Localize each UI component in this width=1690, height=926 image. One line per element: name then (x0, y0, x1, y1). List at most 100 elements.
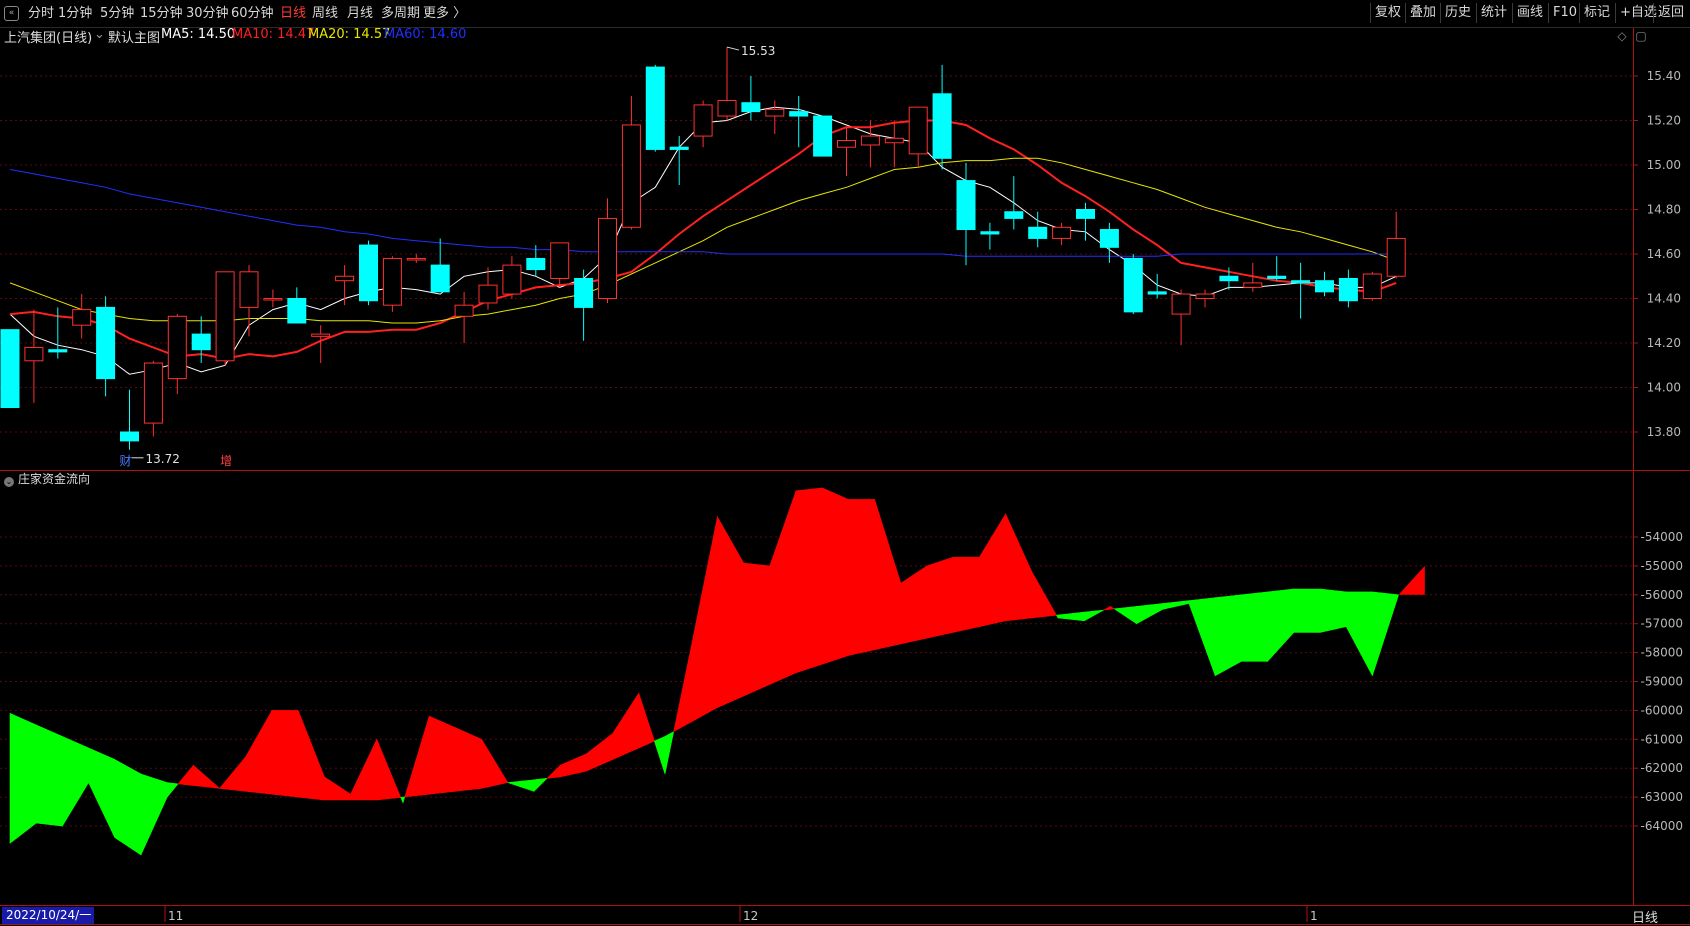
period-tab-6[interactable]: 日线 (280, 0, 306, 27)
flow-area-segment (1398, 565, 1425, 595)
candle-body (454, 304, 474, 317)
price-tick-label: 13.80 (1647, 425, 1681, 439)
candle (72, 294, 92, 339)
flow-area-segment (404, 716, 430, 798)
candle-body (24, 346, 44, 362)
flow-area-segment (324, 776, 351, 801)
candle (598, 198, 617, 303)
template-name[interactable]: 默认主图 (108, 27, 160, 46)
flow-area-segment (533, 777, 548, 793)
candle (789, 96, 809, 148)
flow-area-segment (376, 739, 402, 801)
flow-area-segment (35, 724, 63, 827)
flow-area-segment (62, 735, 89, 828)
candle (0, 329, 20, 409)
candle (1195, 289, 1215, 308)
candle-body (1099, 229, 1119, 248)
flow-area-segment (848, 499, 875, 656)
candle (96, 296, 116, 397)
flow-area-segment (297, 710, 325, 801)
period-tab-5[interactable]: 60分钟 (231, 0, 274, 27)
toolbar-button-1[interactable]: 叠加 (1405, 3, 1440, 23)
candle-body (191, 333, 211, 351)
price-tick-label: 14.60 (1647, 247, 1681, 261)
chevron-down-icon[interactable]: ⌄ (4, 477, 14, 487)
candle-body (382, 257, 402, 306)
candle (574, 269, 594, 341)
period-tab-0[interactable]: 分时 (28, 0, 54, 27)
candle-body (765, 108, 785, 117)
flow-tick-label: -54000 (1640, 530, 1683, 544)
toolbar-button-3[interactable]: 统计 (1476, 3, 1511, 23)
candle (239, 265, 259, 337)
flow-area-segment (507, 779, 535, 792)
candle-body (1267, 275, 1287, 279)
indicator-title-label: 庄家资金流向 (18, 472, 91, 486)
candle (837, 127, 856, 177)
candle-body (120, 431, 139, 442)
period-tab-1[interactable]: 1分钟 (58, 0, 92, 27)
flow-area-segment (1031, 570, 1057, 619)
period-tab-2[interactable]: 5分钟 (100, 0, 134, 27)
candle (1004, 176, 1024, 230)
period-tab-7[interactable]: 周线 (312, 0, 338, 27)
candle-body (96, 306, 116, 380)
candle-body (1076, 209, 1095, 219)
period-tab-3[interactable]: 15分钟 (140, 0, 183, 27)
candle-body (0, 329, 20, 409)
flow-area-segment (140, 773, 168, 856)
candle (956, 162, 976, 266)
period-tab-8[interactable]: 月线 (347, 0, 373, 27)
candle-body (598, 217, 617, 299)
period-tab-4[interactable]: 30分钟 (186, 0, 229, 27)
flow-area-segment (690, 516, 718, 723)
flow-area-segment (9, 712, 37, 844)
flow-area-segment (979, 512, 1006, 627)
candle (1338, 269, 1358, 308)
candle-body (1386, 237, 1406, 277)
candle (645, 64, 665, 152)
toolbar-button-6[interactable]: 标记 (1579, 3, 1614, 23)
price-tick-label: 14.40 (1647, 292, 1681, 306)
flow-area-segment (1293, 588, 1321, 633)
candle (1315, 271, 1334, 297)
marker-zeng: 增 (220, 454, 232, 468)
candle-body (884, 137, 904, 144)
candle (215, 271, 235, 366)
chevron-down-icon[interactable]: ⌄ (94, 27, 105, 42)
low-label: 13.72 (146, 452, 180, 466)
candle-body (1171, 293, 1191, 315)
candle-body (932, 93, 952, 159)
flow-tick-label: -57000 (1640, 617, 1683, 631)
toolbar-button-0[interactable]: 复权 (1370, 3, 1405, 23)
period-tab-10[interactable]: 更多 〉 (423, 0, 466, 27)
candle-body (789, 111, 809, 117)
candle-body (1052, 226, 1072, 239)
period-label: 日线 (1632, 911, 1659, 926)
candle (669, 136, 689, 186)
period-tab-9[interactable]: 多周期 (381, 0, 420, 27)
candle-body (574, 277, 594, 308)
flow-area-segment (114, 758, 142, 856)
stock-name[interactable]: 上汽集团(日线) (4, 27, 92, 46)
flow-tick-label: -56000 (1640, 588, 1683, 602)
flow-area-segment (402, 796, 406, 803)
toolbar-button-5[interactable]: F10 (1548, 3, 1581, 23)
candle-body (550, 242, 570, 279)
collapse-icon[interactable]: « (4, 6, 19, 21)
toolbar-button-4[interactable]: 画线 (1512, 3, 1547, 23)
candle-body (813, 115, 833, 157)
candle-body (1123, 257, 1143, 313)
candle-body (72, 309, 92, 326)
candle (813, 115, 833, 157)
indicator-title[interactable]: ⌄ 庄家资金流向 (4, 470, 90, 487)
candle (382, 256, 402, 312)
main-chart-infobar: 上汽集团(日线) ⌄ 默认主图 MA5: 14.50 MA10: 14.47 M… (0, 24, 1620, 46)
toolbar-button-8[interactable]: 返回 (1653, 3, 1688, 23)
flow-area-segment (1241, 591, 1268, 662)
candle (1171, 289, 1191, 346)
toolbar-button-2[interactable]: 历史 (1440, 3, 1475, 23)
candle-body (526, 257, 546, 271)
flow-area-segment (638, 693, 655, 749)
candle (502, 256, 522, 299)
